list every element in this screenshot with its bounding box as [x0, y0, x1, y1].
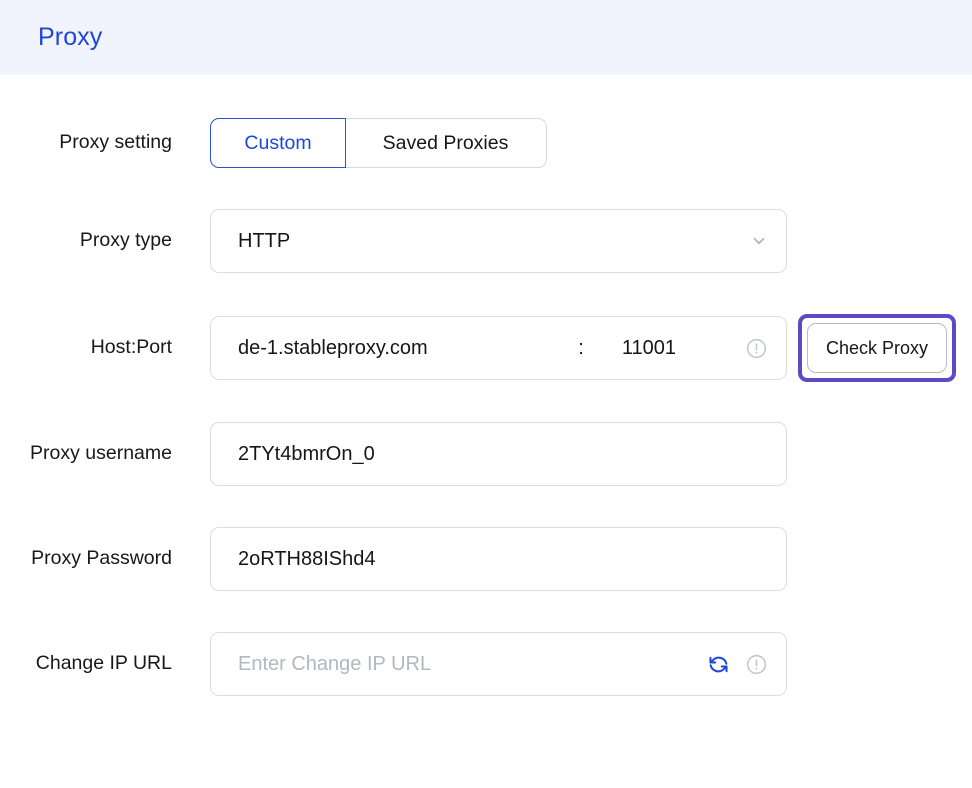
change-ip-url-field[interactable]: Enter Change IP URL: [210, 632, 787, 696]
proxy-type-value: HTTP: [238, 229, 291, 252]
label-change-ip-url: Change IP URL: [35, 652, 172, 675]
check-proxy-focus-ring: Check Proxy: [798, 314, 957, 382]
label-proxy-type: Proxy type: [79, 229, 172, 252]
row-proxy-username: Proxy username 2TYt4bmrOn_0: [0, 422, 972, 486]
change-ip-url-placeholder: Enter Change IP URL: [238, 652, 432, 675]
proxy-password-control: 2oRTH88IShd4: [210, 527, 787, 591]
label-host-port: Host:Port: [90, 336, 172, 359]
row-proxy-setting: Proxy setting Custom Saved Proxies: [0, 118, 972, 168]
proxy-setting-control: Custom Saved Proxies: [210, 118, 547, 168]
proxy-type-control: HTTP: [210, 209, 787, 273]
label-proxy-username: Proxy username: [30, 442, 172, 465]
proxy-password-field[interactable]: 2oRTH88IShd4: [210, 527, 787, 591]
row-proxy-password: Proxy Password 2oRTH88IShd4: [0, 527, 972, 591]
exclamation-circle-icon[interactable]: [744, 652, 768, 676]
proxy-setting-segmented-control[interactable]: Custom Saved Proxies: [210, 118, 547, 168]
refresh-icon[interactable]: [706, 652, 730, 676]
row-proxy-type: Proxy type HTTP: [0, 209, 972, 273]
proxy-username-control: 2TYt4bmrOn_0: [210, 422, 787, 486]
proxy-username-field[interactable]: 2TYt4bmrOn_0: [210, 422, 787, 486]
chevron-down-icon: [750, 232, 768, 250]
tab-saved-proxies[interactable]: Saved Proxies: [345, 118, 547, 168]
label-proxy-password: Proxy Password: [31, 547, 172, 570]
port-input-value[interactable]: 11001: [594, 337, 704, 360]
proxy-password-value: 2oRTH88IShd4: [238, 547, 376, 570]
change-ip-url-control: Enter Change IP URL: [210, 632, 787, 696]
host-port-control: de-1.stableproxy.com : 11001 Check Proxy: [210, 314, 957, 382]
host-input-value[interactable]: de-1.stableproxy.com: [238, 337, 568, 360]
row-change-ip-url: Change IP URL Enter Change IP URL: [0, 632, 972, 696]
check-proxy-button[interactable]: Check Proxy: [807, 323, 948, 373]
row-host-port: Host:Port de-1.stableproxy.com : 11001 C…: [0, 314, 972, 382]
proxy-type-select[interactable]: HTTP: [210, 209, 787, 273]
exclamation-circle-icon[interactable]: [744, 336, 768, 360]
host-port-group: de-1.stableproxy.com : 11001: [238, 336, 768, 360]
page-title: Proxy: [38, 23, 103, 51]
host-port-separator: :: [578, 336, 584, 359]
label-proxy-setting: Proxy setting: [59, 131, 172, 154]
tab-custom[interactable]: Custom: [210, 118, 346, 168]
panel-header: Proxy: [0, 0, 972, 75]
host-port-field[interactable]: de-1.stableproxy.com : 11001: [210, 316, 787, 380]
proxy-username-value: 2TYt4bmrOn_0: [238, 442, 375, 465]
